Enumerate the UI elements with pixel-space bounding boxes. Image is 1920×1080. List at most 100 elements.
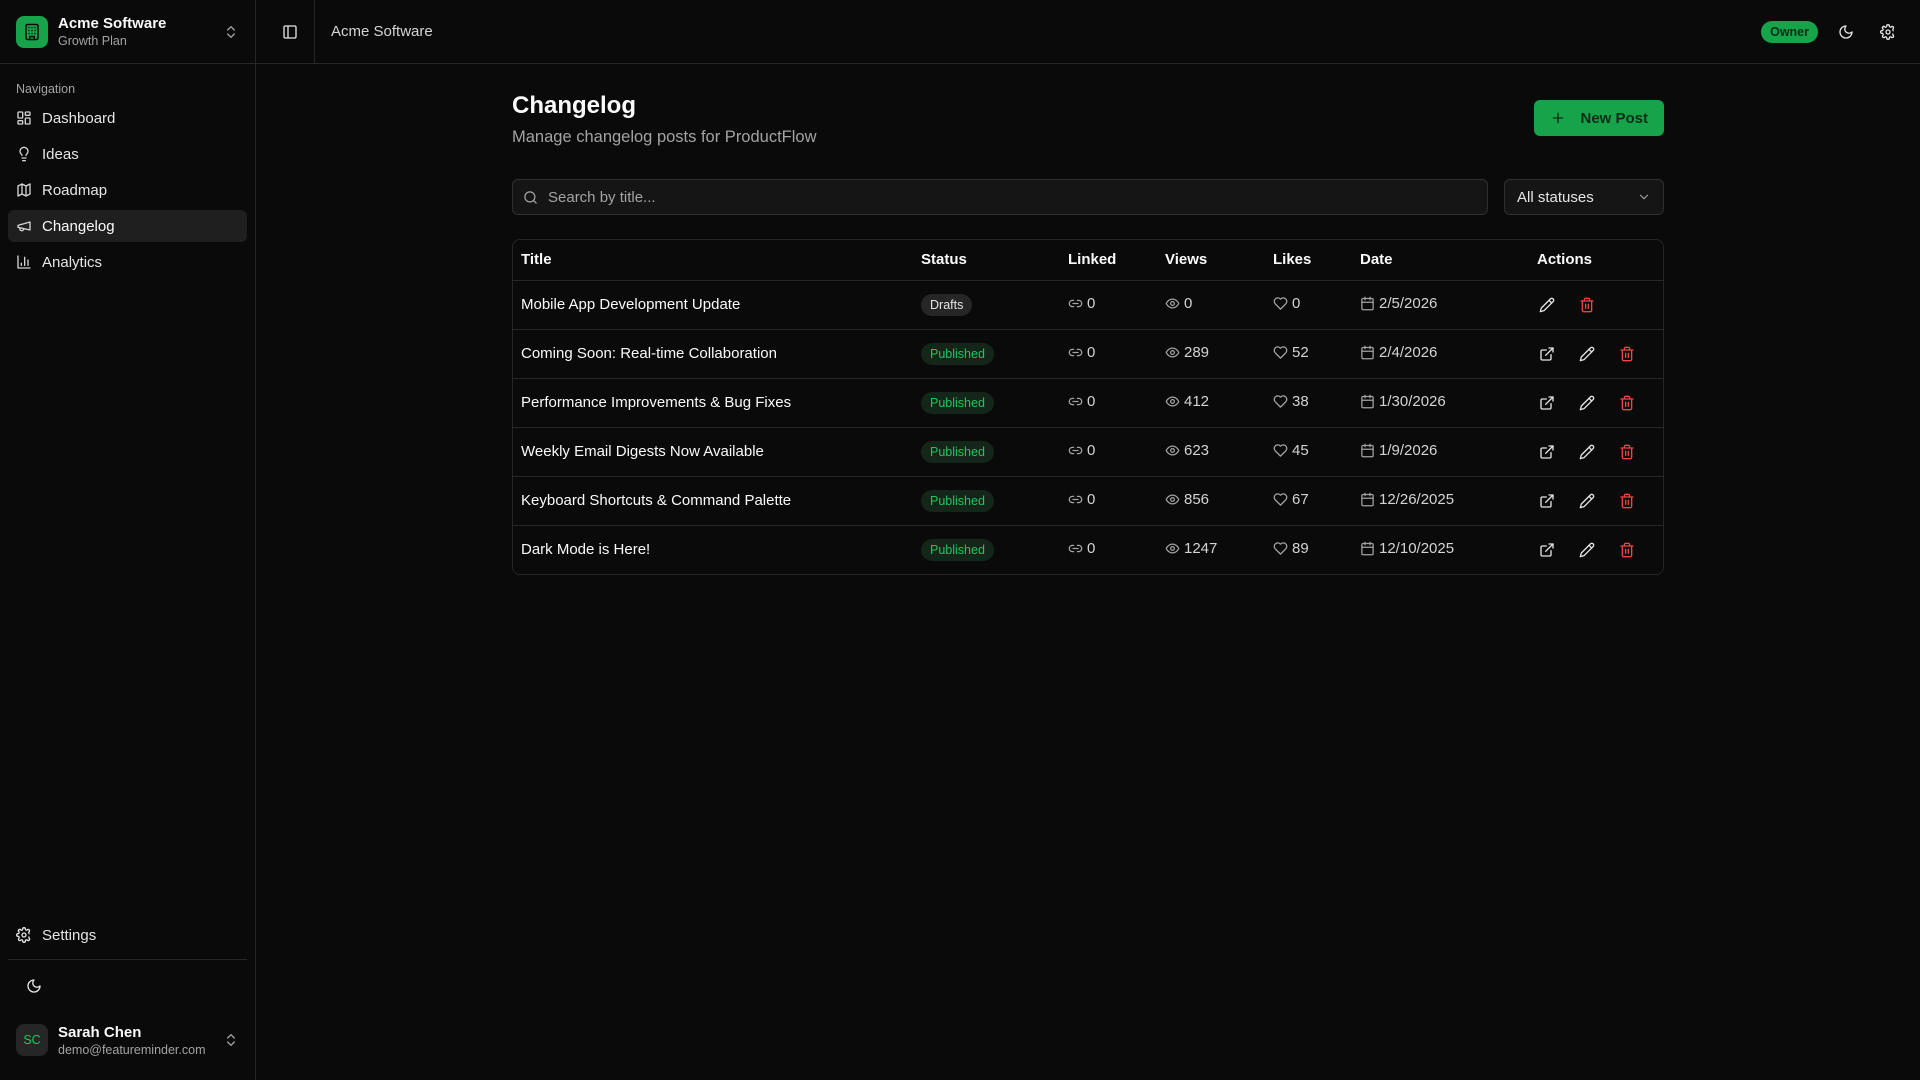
likes-count: 38: [1292, 392, 1309, 410]
calendar-icon: [1360, 394, 1375, 409]
likes-count: 67: [1292, 490, 1309, 508]
sidebar-item-changelog[interactable]: Changelog: [8, 210, 247, 242]
status-badge: Published: [921, 391, 994, 414]
external-link-icon[interactable]: [1537, 393, 1557, 413]
column-header-likes: Likes: [1265, 240, 1352, 281]
views-count: 623: [1184, 441, 1210, 459]
status-filter-value: All statuses: [1517, 188, 1594, 206]
map-icon: [16, 182, 32, 198]
heart-icon: [1273, 443, 1288, 458]
edit-icon[interactable]: [1537, 295, 1557, 315]
trash-icon[interactable]: [1617, 540, 1637, 560]
sidebar-item-ideas[interactable]: Ideas: [8, 138, 247, 170]
post-title: Performance Improvements & Bug Fixes: [513, 378, 913, 428]
column-header-views: Views: [1157, 240, 1265, 281]
sidebar-item-label: Ideas: [42, 145, 79, 163]
changelog-page: Changelog Manage changelog posts for Pro…: [512, 64, 1664, 575]
eye-icon: [1165, 296, 1180, 311]
heart-icon: [1273, 541, 1288, 556]
table-row[interactable]: Mobile App Development Update Drafts 0 0…: [513, 280, 1663, 330]
status-badge: Published: [921, 489, 994, 512]
user-menu[interactable]: SC Sarah Chen demo@featureminder.com: [0, 1012, 255, 1068]
linked-count: 0: [1087, 539, 1096, 557]
likes-count: 45: [1292, 441, 1309, 459]
user-name: Sarah Chen: [58, 1023, 142, 1041]
moon-icon[interactable]: [24, 976, 44, 996]
trash-icon[interactable]: [1617, 344, 1637, 364]
table-row[interactable]: Performance Improvements & Bug Fixes Pub…: [513, 378, 1663, 428]
avatar: SC: [16, 1024, 48, 1056]
table-row[interactable]: Keyboard Shortcuts & Command Palette Pub…: [513, 476, 1663, 526]
edit-icon[interactable]: [1577, 393, 1597, 413]
eye-icon: [1165, 541, 1180, 556]
views-count: 1247: [1184, 539, 1218, 557]
external-link-icon[interactable]: [1537, 442, 1557, 462]
nav-section-label: Navigation: [16, 82, 76, 96]
table-row[interactable]: Weekly Email Digests Now Available Publi…: [513, 427, 1663, 477]
edit-icon[interactable]: [1577, 442, 1597, 462]
table-row[interactable]: Dark Mode is Here! Published 0 1247 89 1…: [513, 525, 1663, 574]
sidebar-item-label: Changelog: [42, 217, 115, 235]
search-input[interactable]: [548, 188, 1477, 206]
post-title: Weekly Email Digests Now Available: [513, 427, 913, 477]
sidebar-item-analytics[interactable]: Analytics: [8, 246, 247, 278]
link-icon: [1068, 394, 1083, 409]
search-box: [512, 179, 1488, 215]
linked-count: 0: [1087, 294, 1096, 312]
calendar-icon: [1360, 345, 1375, 360]
link-icon: [1068, 345, 1083, 360]
table-row[interactable]: Coming Soon: Real-time Collaboration Pub…: [513, 329, 1663, 379]
role-badge: Owner: [1761, 20, 1818, 43]
likes-count: 89: [1292, 539, 1309, 557]
likes-count: 0: [1292, 294, 1301, 312]
sidebar-item-dashboard[interactable]: Dashboard: [8, 102, 247, 134]
column-header-linked: Linked: [1060, 240, 1157, 281]
eye-icon: [1165, 345, 1180, 360]
chevrons-up-down-icon: [223, 1032, 239, 1048]
settings-button[interactable]: [1874, 18, 1902, 46]
sidebar-item-settings[interactable]: Settings: [0, 919, 255, 951]
calendar-icon: [1360, 443, 1375, 458]
chevrons-up-down-icon: [223, 24, 239, 40]
edit-icon[interactable]: [1577, 540, 1597, 560]
column-header-status: Status: [913, 240, 1060, 281]
sidebar-item-roadmap[interactable]: Roadmap: [8, 174, 247, 206]
post-date: 12/10/2025: [1379, 539, 1455, 557]
table-header-row: Title Status Linked Views Likes Date Act…: [513, 240, 1663, 281]
edit-icon[interactable]: [1577, 344, 1597, 364]
user-email: demo@featureminder.com: [58, 1042, 206, 1057]
trash-icon[interactable]: [1617, 442, 1637, 462]
trash-icon[interactable]: [1617, 393, 1637, 413]
link-icon: [1068, 541, 1083, 556]
trash-icon[interactable]: [1577, 295, 1597, 315]
sidebar-toggle-button[interactable]: [266, 0, 314, 64]
theme-toggle-button[interactable]: [1832, 18, 1860, 46]
status-badge: Published: [921, 342, 994, 365]
sidebar-item-label: Analytics: [42, 253, 103, 271]
post-date: 12/26/2025: [1379, 490, 1455, 508]
trash-icon[interactable]: [1617, 491, 1637, 511]
linked-count: 0: [1087, 343, 1096, 361]
calendar-icon: [1360, 541, 1375, 556]
external-link-icon[interactable]: [1537, 540, 1557, 560]
org-switcher[interactable]: Acme Software Growth Plan: [0, 0, 255, 64]
external-link-icon[interactable]: [1537, 344, 1557, 364]
post-date: 2/4/2026: [1379, 343, 1438, 361]
edit-icon[interactable]: [1577, 491, 1597, 511]
eye-icon: [1165, 443, 1180, 458]
linked-count: 0: [1087, 490, 1096, 508]
chevron-down-icon: [1637, 190, 1651, 204]
new-post-button[interactable]: New Post: [1534, 100, 1664, 136]
post-title: Coming Soon: Real-time Collaboration: [513, 329, 913, 379]
megaphone-icon: [16, 218, 32, 234]
topbar: Acme Software Owner: [256, 0, 1920, 64]
views-count: 0: [1184, 294, 1193, 312]
sidebar-item-label: Roadmap: [42, 181, 108, 199]
external-link-icon[interactable]: [1537, 491, 1557, 511]
moon-icon: [1838, 24, 1854, 40]
page-title: Changelog: [512, 92, 636, 119]
breadcrumb: Acme Software: [331, 23, 433, 40]
building-icon: [16, 15, 48, 48]
sidebar-item-label: Settings: [42, 926, 97, 944]
status-filter-select[interactable]: All statuses: [1504, 179, 1664, 215]
